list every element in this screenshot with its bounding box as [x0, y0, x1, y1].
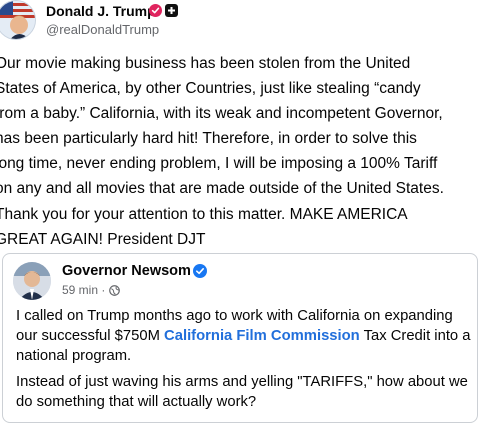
social-post: Donald J. Trump @realDonaldTrump Our mov…	[0, 0, 479, 423]
post-line: on any and all movies that are made outs…	[0, 180, 444, 198]
embedded-paragraph-2: Instead of just waving his arms and yell…	[16, 372, 468, 412]
post-time[interactable]: 59 min ·	[62, 283, 105, 297]
post-line: States of America, by other Countries, j…	[0, 80, 421, 98]
post-text: Our movie making business has been stole…	[0, 51, 479, 252]
author-name[interactable]: Donald J. Trump	[46, 3, 156, 19]
verified-icon	[149, 4, 162, 17]
verified-badge-icon	[193, 264, 207, 278]
post-line: has been particularly hard hit! Therefor…	[0, 130, 417, 148]
text-line: national program.	[16, 348, 132, 364]
post-line: from a baby.” California, with its weak …	[0, 105, 443, 123]
text-line: do something that will actually work?	[16, 394, 257, 410]
post-line: Thank you for your attention to this mat…	[0, 205, 408, 223]
embedded-paragraph-1: I called on Trump months ago to work wit…	[16, 306, 471, 366]
embedded-author-avatar[interactable]	[13, 262, 51, 300]
text-line: our successful $750M	[16, 328, 165, 344]
post-meta: 59 min ·	[62, 283, 121, 297]
embedded-author-name[interactable]: Governor Newsom	[62, 263, 191, 279]
post-line: Our movie making business has been stole…	[0, 55, 411, 72]
california-film-commission-link[interactable]: California Film Commission	[164, 328, 360, 344]
text-line: Instead of just waving his arms and yell…	[16, 374, 468, 390]
embedded-post-card[interactable]: Governor Newsom 59 min · I called on Tru…	[2, 253, 478, 423]
platform-logo-icon	[165, 4, 178, 17]
text-line: I called on Trump months ago to work wit…	[16, 308, 453, 324]
post-line: GREAT AGAIN! President DJT	[0, 230, 206, 248]
text-line: Tax Credit into a	[359, 328, 471, 344]
globe-icon	[109, 284, 121, 296]
author-badges	[149, 4, 178, 17]
post-line: long time, never ending problem, I will …	[0, 155, 438, 173]
author-handle[interactable]: @realDonaldTrump	[46, 22, 159, 37]
author-avatar[interactable]	[0, 0, 36, 40]
